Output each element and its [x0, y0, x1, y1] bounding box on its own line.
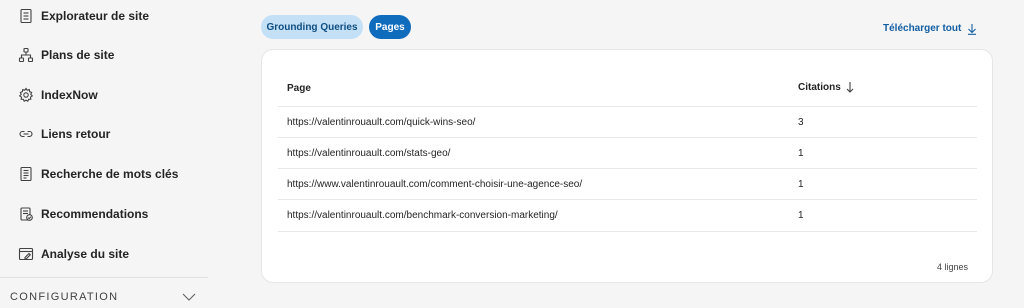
page-url-cell: https://valentinrouault.com/quick-wins-s…: [287, 117, 476, 128]
row-count: 4 lignes: [936, 262, 968, 272]
gear-icon: [18, 87, 34, 103]
page-url-cell: https://www.valentinrouault.com/comment-…: [287, 179, 583, 190]
sidebar-item-label: IndexNow: [41, 88, 98, 102]
table-row[interactable]: https://valentinrouault.com/stats-geo/ 1: [278, 137, 977, 169]
page-url-cell: https://valentinrouault.com/stats-geo/: [287, 148, 451, 159]
sidebar-item-label: Analyse du site: [41, 247, 130, 261]
download-all-label: Télécharger tout: [883, 22, 962, 34]
page-url-cell: https://valentinrouault.com/benchmark-co…: [287, 210, 558, 221]
configuration-section-toggle[interactable]: CONFIGURATION: [0, 282, 208, 306]
sidebar-item-recommendations[interactable]: Recommendations: [0, 198, 208, 230]
download-all-button[interactable]: Télécharger tout: [883, 20, 977, 36]
sidebar-item-liens-retour[interactable]: Liens retour: [0, 118, 208, 150]
tab-grounding-queries[interactable]: Grounding Queries: [261, 15, 363, 39]
chevron-down-icon: [181, 290, 197, 302]
table-row[interactable]: https://www.valentinrouault.com/comment-…: [278, 168, 977, 200]
document-icon: [18, 8, 34, 24]
sidebar-item-label: Plans de site: [41, 48, 115, 62]
tab-pages[interactable]: Pages: [369, 15, 411, 39]
citations-cell: 1: [798, 179, 804, 190]
arrow-down-icon: [846, 81, 854, 93]
arrow-down-icon: [967, 22, 977, 35]
clipboard-check-icon: [18, 206, 34, 222]
sidebar-item-label: Recherche de mots clés: [41, 167, 179, 181]
citations-cell: 1: [798, 148, 804, 159]
column-header-page: Page: [287, 83, 311, 94]
column-header-citations[interactable]: Citations: [798, 81, 854, 93]
citations-cell: 1: [798, 210, 804, 221]
sidebar-item-analyse-du-site[interactable]: Analyse du site: [0, 238, 208, 270]
pages-table-card: Page Citations https://valentinrouault.c…: [261, 49, 993, 283]
sidebar-divider: [0, 277, 208, 278]
configuration-section-label: CONFIGURATION: [10, 291, 119, 303]
sidebar-item-label: Liens retour: [41, 127, 111, 141]
sidebar-item-explorateur-de-site[interactable]: Explorateur de site: [0, 0, 208, 32]
sidebar-item-recherche-de-mots-cles[interactable]: Recherche de mots clés: [0, 158, 208, 190]
link-icon: [18, 126, 34, 142]
sidebar-item-label: Recommendations: [41, 207, 149, 221]
sidebar-item-plans-de-site[interactable]: Plans de site: [0, 39, 208, 71]
sidebar-item-indexnow[interactable]: IndexNow: [0, 79, 208, 111]
table-row[interactable]: https://valentinrouault.com/benchmark-co…: [278, 199, 977, 232]
column-header-citations-label: Citations: [798, 81, 841, 93]
sitemap-icon: [18, 47, 34, 63]
sidebar-item-label: Explorateur de site: [41, 9, 150, 23]
document-list-icon: [18, 166, 34, 182]
window-edit-icon: [18, 246, 34, 262]
sidebar-nav: Explorateur de site Plans de site IndexN…: [0, 0, 208, 306]
table-row[interactable]: https://valentinrouault.com/quick-wins-s…: [278, 106, 977, 138]
citations-cell: 3: [798, 117, 804, 128]
